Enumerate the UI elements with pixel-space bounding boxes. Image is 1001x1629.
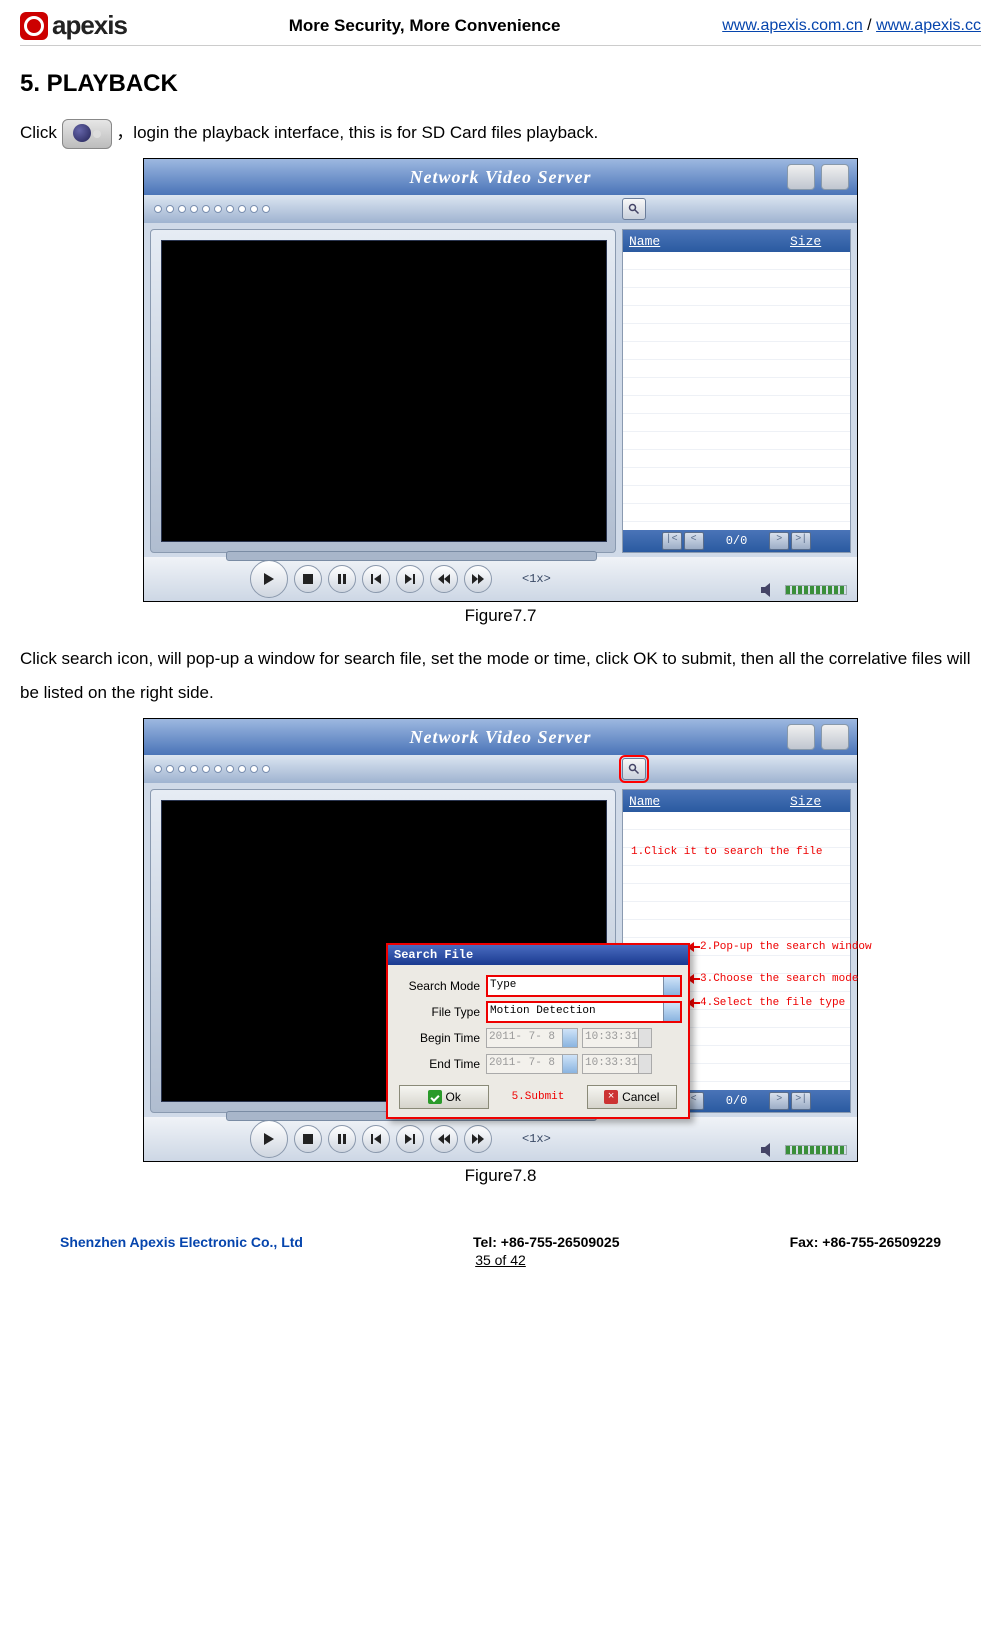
play-button[interactable] bbox=[250, 560, 288, 598]
pause-button[interactable] bbox=[328, 1125, 356, 1153]
forward-button[interactable] bbox=[464, 565, 492, 593]
next-frame-button[interactable] bbox=[396, 1125, 424, 1153]
annotation-5: 5.Submit bbox=[512, 1091, 565, 1103]
progress-bar[interactable] bbox=[226, 551, 597, 561]
link-cn[interactable]: www.apexis.com.cn bbox=[722, 17, 863, 34]
toolbar bbox=[144, 195, 857, 223]
stop-button[interactable] bbox=[294, 565, 322, 593]
section-title: 5. PLAYBACK bbox=[20, 70, 981, 98]
begin-date-input[interactable]: 2011- 7- 8 bbox=[486, 1028, 578, 1048]
file-list-header: Name Size bbox=[623, 790, 850, 812]
volume-icon[interactable] bbox=[761, 1143, 779, 1157]
file-list-body bbox=[623, 252, 850, 530]
app-titlebar: Network Video Server bbox=[144, 159, 857, 195]
video-frame bbox=[150, 229, 616, 553]
file-list-panel: Name Size |< < 0/0 > >| bbox=[622, 229, 851, 553]
annotation-2: 2.Pop-up the search window bbox=[700, 941, 872, 953]
begin-time-input[interactable]: 10:33:31 bbox=[582, 1028, 652, 1048]
app-titlebar: Network Video Server bbox=[144, 719, 857, 755]
pager-text: 0/0 bbox=[726, 534, 748, 548]
speed-label: <1x> bbox=[522, 572, 551, 586]
figure-7-8: Network Video Server Name Size bbox=[143, 718, 858, 1162]
column-name: Name bbox=[623, 234, 790, 249]
playback-controls: <1x> bbox=[144, 1117, 857, 1161]
play-button[interactable] bbox=[250, 1120, 288, 1158]
prev-frame-button[interactable] bbox=[362, 565, 390, 593]
figure-7-7: Network Video Server Name Size bbox=[143, 158, 858, 602]
forward-button[interactable] bbox=[464, 1125, 492, 1153]
titlebar-button-2[interactable] bbox=[821, 724, 849, 750]
titlebar-button-1[interactable] bbox=[787, 164, 815, 190]
stop-button[interactable] bbox=[294, 1125, 322, 1153]
file-list-header: Name Size bbox=[623, 230, 850, 252]
titlebar-button-1[interactable] bbox=[787, 724, 815, 750]
rewind-button[interactable] bbox=[430, 565, 458, 593]
brand-logo: apexis bbox=[20, 10, 127, 41]
x-icon: × bbox=[604, 1090, 618, 1104]
search-icon[interactable] bbox=[622, 198, 646, 220]
annotation-3: 3.Choose the search mode bbox=[700, 973, 858, 985]
column-name: Name bbox=[623, 794, 790, 809]
search-file-dialog: Search File Search Mode Type File Type M… bbox=[386, 943, 690, 1119]
begin-time-label: Begin Time bbox=[394, 1031, 486, 1045]
file-type-select[interactable]: Motion Detection bbox=[486, 1001, 682, 1023]
column-size: Size bbox=[790, 794, 850, 809]
company-name: Shenzhen Apexis Electronic Co., Ltd bbox=[60, 1234, 303, 1250]
ok-button[interactable]: Ok bbox=[399, 1085, 489, 1109]
page-header: apexis More Security, More Convenience w… bbox=[20, 10, 981, 46]
app-title: Network Video Server bbox=[410, 167, 592, 188]
pager-text: 0/0 bbox=[726, 1094, 748, 1108]
tel-text: Tel: +86-755-26509025 bbox=[473, 1234, 619, 1250]
paragraph-2: Click search icon, will pop-up a window … bbox=[20, 642, 981, 710]
rewind-button[interactable] bbox=[430, 1125, 458, 1153]
toolbar bbox=[144, 755, 857, 783]
file-type-label: File Type bbox=[394, 1005, 486, 1019]
page-footer: Shenzhen Apexis Electronic Co., Ltd Tel:… bbox=[20, 1202, 981, 1250]
end-time-input[interactable]: 10:33:31 bbox=[582, 1054, 652, 1074]
search-icon[interactable] bbox=[622, 758, 646, 780]
pager-last[interactable]: >| bbox=[791, 1092, 811, 1110]
paragraph-1: Click ，login the playback interface, thi… bbox=[20, 116, 981, 150]
volume-bar[interactable] bbox=[785, 585, 847, 595]
video-area bbox=[161, 240, 607, 542]
link-cc[interactable]: www.apexis.cc bbox=[876, 17, 981, 34]
fax-text: Fax: +86-755-26509229 bbox=[790, 1234, 941, 1250]
check-icon bbox=[428, 1090, 442, 1104]
end-date-input[interactable]: 2011- 7- 8 bbox=[486, 1054, 578, 1074]
slogan-text: More Security, More Convenience bbox=[289, 16, 561, 36]
volume-icon[interactable] bbox=[761, 583, 779, 597]
app-title: Network Video Server bbox=[410, 727, 592, 748]
file-pager: |< < 0/0 > >| bbox=[623, 530, 850, 552]
apexis-icon bbox=[20, 12, 48, 40]
prev-frame-button[interactable] bbox=[362, 1125, 390, 1153]
cancel-button[interactable]: ×Cancel bbox=[587, 1085, 677, 1109]
dialog-title: Search File bbox=[388, 945, 688, 965]
annotation-4: 4.Select the file type bbox=[700, 997, 845, 1009]
header-links: www.apexis.com.cn / www.apexis.cc bbox=[722, 17, 981, 35]
pager-first[interactable]: |< bbox=[662, 532, 682, 550]
figure-caption-1: Figure7.7 bbox=[20, 606, 981, 626]
search-mode-select[interactable]: Type bbox=[486, 975, 682, 997]
pause-button[interactable] bbox=[328, 565, 356, 593]
search-mode-label: Search Mode bbox=[394, 979, 486, 993]
figure-caption-2: Figure7.8 bbox=[20, 1166, 981, 1186]
next-frame-button[interactable] bbox=[396, 565, 424, 593]
speed-label: <1x> bbox=[522, 1132, 551, 1146]
playback-icon bbox=[62, 119, 112, 149]
column-size: Size bbox=[790, 234, 850, 249]
pager-last[interactable]: >| bbox=[791, 532, 811, 550]
pager-next[interactable]: > bbox=[769, 532, 789, 550]
annotation-1: 1.Click it to search the file bbox=[631, 846, 822, 858]
end-time-label: End Time bbox=[394, 1057, 486, 1071]
pager-next[interactable]: > bbox=[769, 1092, 789, 1110]
playback-controls: <1x> bbox=[144, 557, 857, 601]
page-number: 35 of 42 bbox=[20, 1252, 981, 1268]
volume-bar[interactable] bbox=[785, 1145, 847, 1155]
pager-prev[interactable]: < bbox=[684, 532, 704, 550]
titlebar-button-2[interactable] bbox=[821, 164, 849, 190]
brand-text: apexis bbox=[52, 10, 127, 41]
